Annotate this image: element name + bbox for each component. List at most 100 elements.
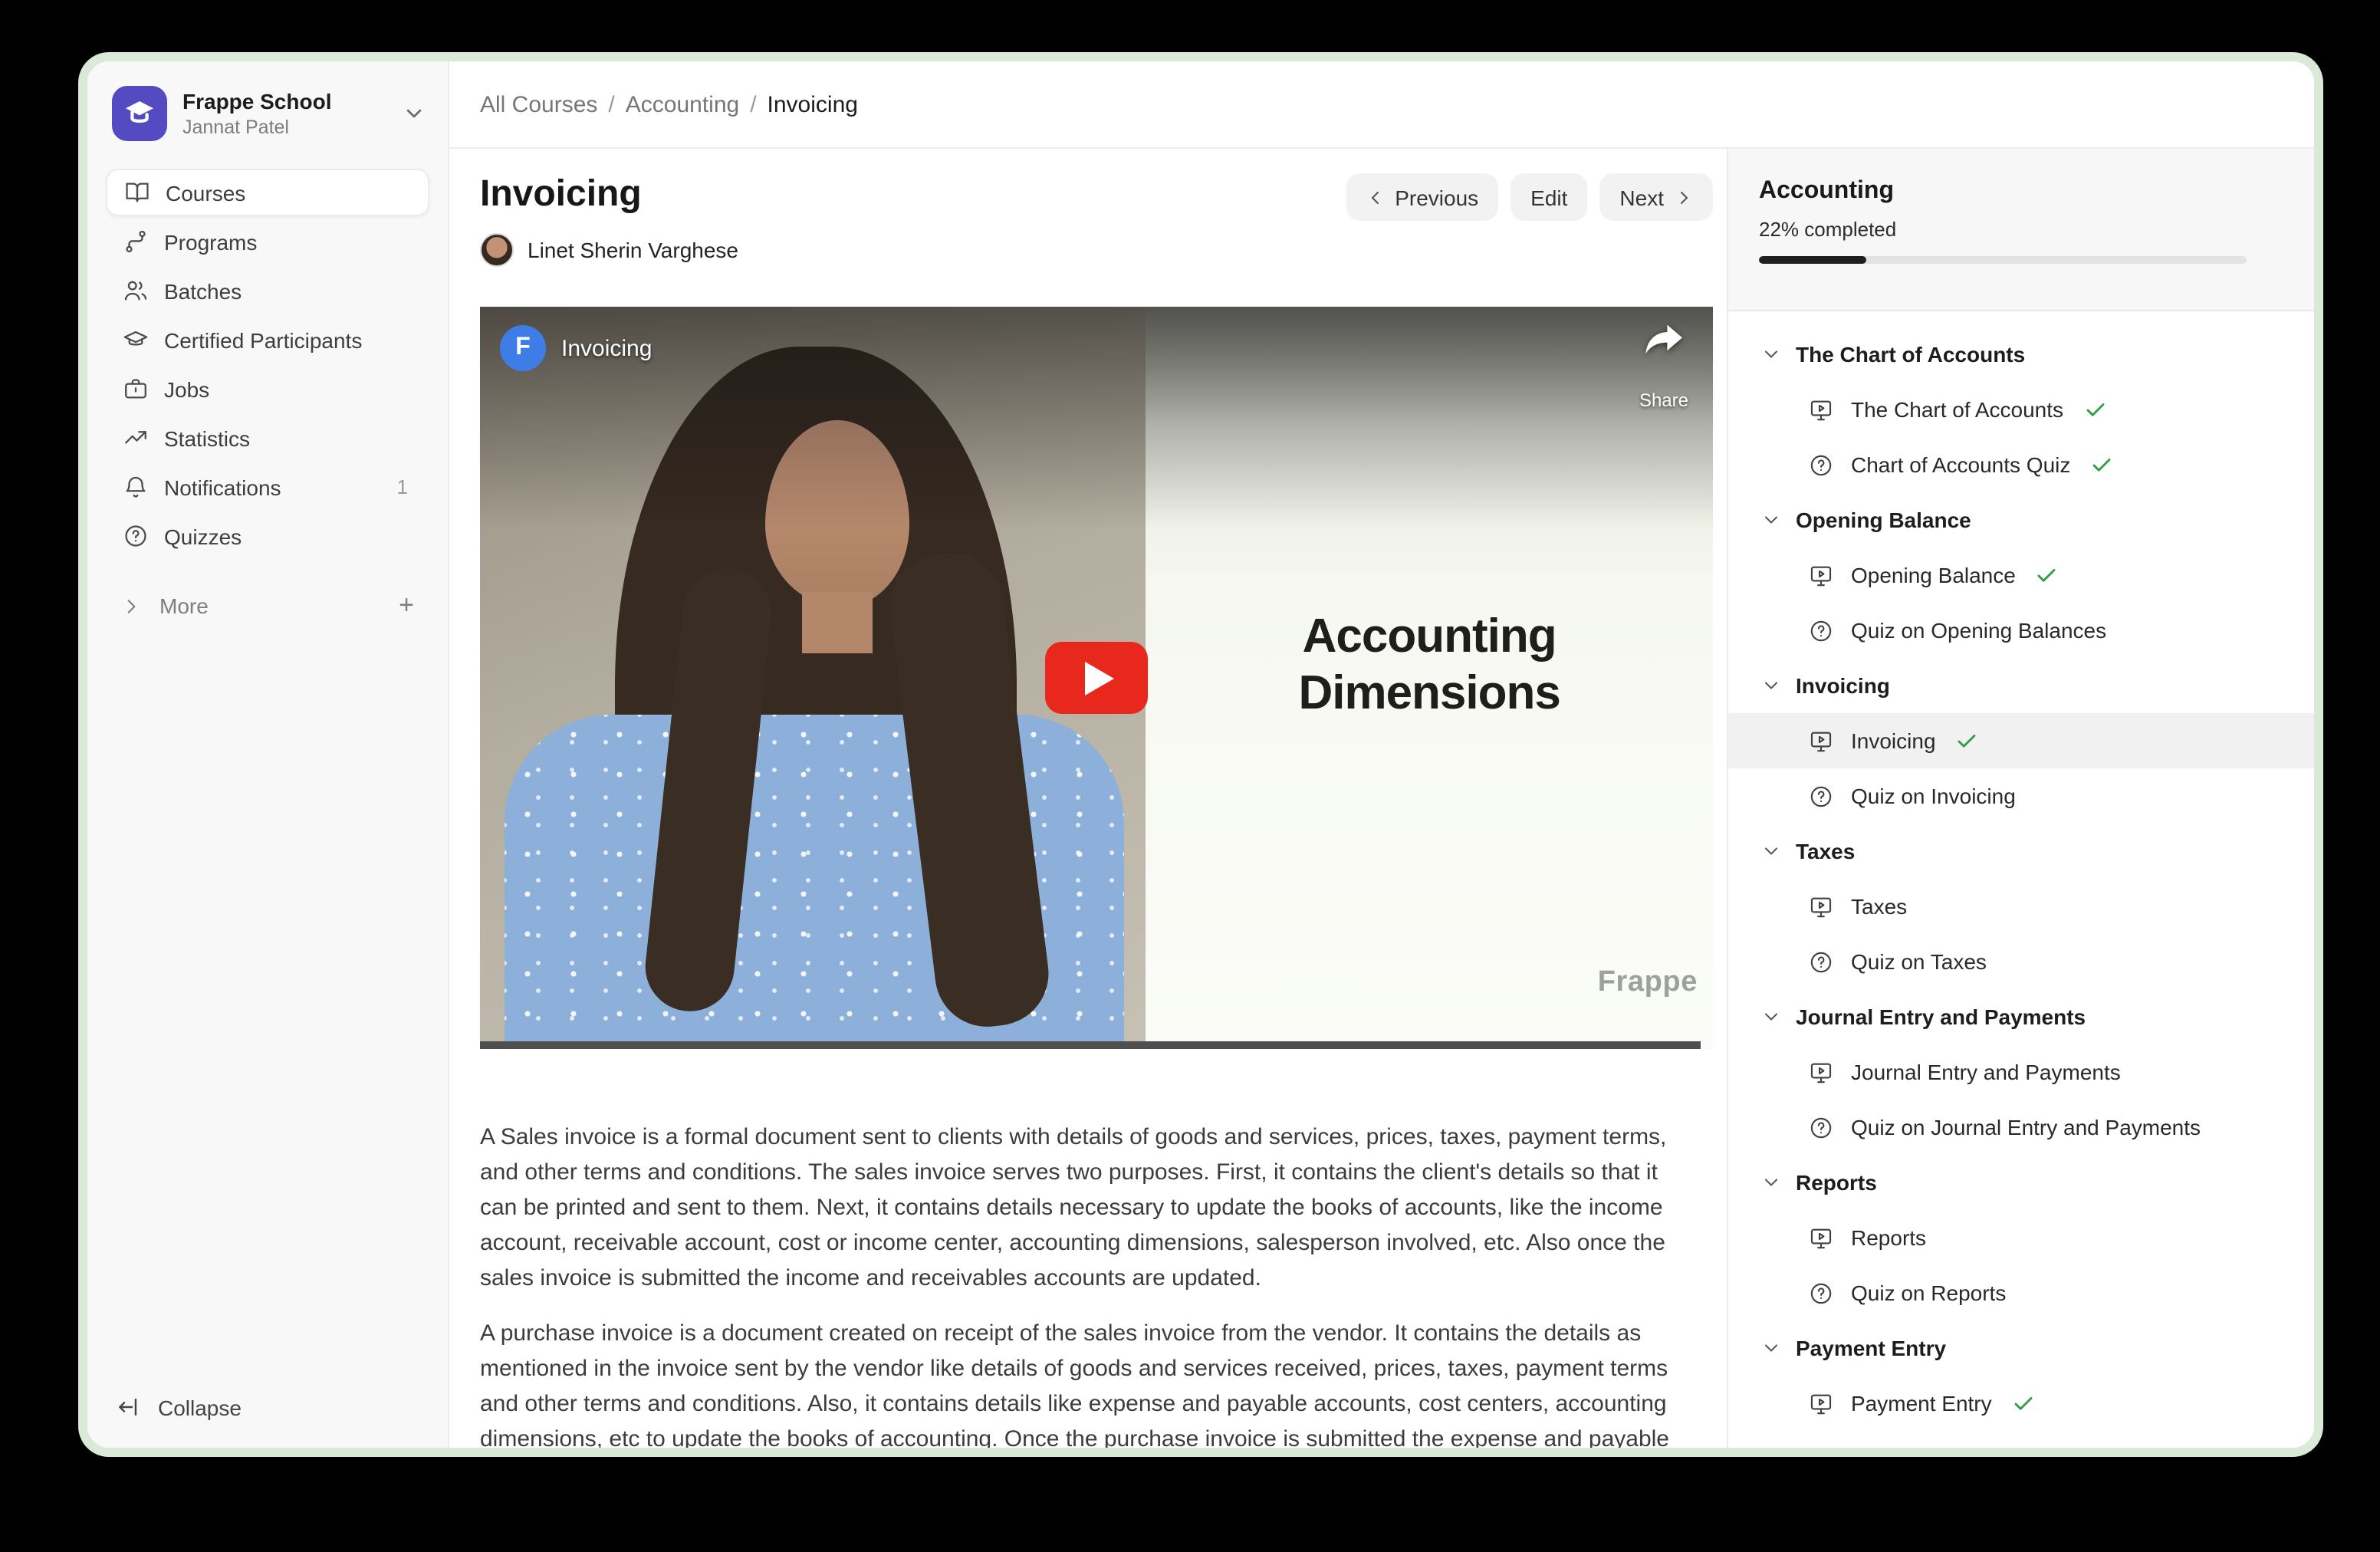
- video-overlay-title: Invoicing: [561, 335, 652, 361]
- author-name: Linet Sherin Varghese: [528, 238, 738, 262]
- chapter-title: Journal Entry and Payments: [1796, 1005, 2086, 1029]
- sidebar-item-notifications[interactable]: Notifications 1: [106, 463, 429, 511]
- breadcrumb-separator: /: [608, 91, 614, 117]
- chapter-taxes[interactable]: Taxes: [1728, 824, 2314, 879]
- next-button[interactable]: Next: [1599, 173, 1713, 221]
- sidebar-menu: Courses Programs Batches Certified Parti…: [87, 169, 448, 629]
- plus-icon[interactable]: +: [399, 590, 414, 621]
- chapter-title: Opening Balance: [1796, 508, 1971, 532]
- breadcrumb-separator: /: [750, 91, 756, 117]
- lesson-video-icon: [1808, 1225, 1834, 1251]
- play-triangle-icon: [1085, 661, 1114, 695]
- outline-quiz[interactable]: Quiz on Reports: [1728, 1265, 2314, 1320]
- chapter-title: Reports: [1796, 1170, 1877, 1195]
- sidebar-item-label: Quizzes: [164, 524, 414, 548]
- chapter-payment-entry[interactable]: Payment Entry: [1728, 1320, 2314, 1376]
- outline-lesson-label: Invoicing: [1851, 728, 1936, 753]
- outline-quiz[interactable]: Chart of Accounts Quiz: [1728, 437, 2314, 492]
- chapter-invoicing[interactable]: Invoicing: [1728, 658, 2314, 713]
- lesson-paragraph: A Sales invoice is a formal document sen…: [480, 1120, 1679, 1296]
- play-button[interactable]: [1045, 642, 1148, 714]
- outline-lesson-label: The Chart of Accounts: [1851, 397, 2063, 422]
- outline-lesson[interactable]: Taxes: [1728, 879, 2314, 934]
- sidebar-item-courses[interactable]: Courses: [106, 169, 429, 216]
- lesson-paragraph: A purchase invoice is a document created…: [480, 1316, 1679, 1448]
- sidebar: Frappe School Jannat Patel Courses Progr…: [87, 61, 449, 1448]
- outline-lesson-label: Payment Entry: [1851, 1391, 1992, 1416]
- check-icon: [2090, 453, 2113, 476]
- chevron-down-icon: [1762, 842, 1780, 860]
- sidebar-item-label: Jobs: [164, 376, 414, 401]
- outline-quiz-label: Quiz on Opening Balances: [1851, 618, 2106, 643]
- sidebar-item-programs[interactable]: Programs: [106, 218, 429, 265]
- sidebar-item-label: Courses: [166, 180, 413, 205]
- outline-lesson[interactable]: The Chart of Accounts: [1728, 382, 2314, 437]
- sidebar-more[interactable]: More +: [106, 583, 429, 629]
- breadcrumb-accounting[interactable]: Accounting: [626, 91, 739, 117]
- collapse-icon: [115, 1394, 141, 1420]
- chevron-down-icon: [402, 101, 426, 126]
- program-path-icon: [121, 229, 149, 255]
- lesson-video-icon: [1808, 562, 1834, 588]
- channel-avatar: F: [500, 325, 546, 371]
- outline-quiz[interactable]: Quiz on Invoicing: [1728, 768, 2314, 824]
- lesson-video-icon: [1808, 1059, 1834, 1085]
- sidebar-item-statistics[interactable]: Statistics: [106, 414, 429, 462]
- chapter-journal-entry-and-payments[interactable]: Journal Entry and Payments: [1728, 989, 2314, 1044]
- outline-quiz[interactable]: Quiz on Opening Balances: [1728, 603, 2314, 658]
- sidebar-item-label: Batches: [164, 278, 414, 303]
- outline-lesson-current[interactable]: Invoicing: [1728, 713, 2314, 768]
- school-name: Frappe School: [182, 88, 386, 114]
- sidebar-item-label: Programs: [164, 229, 414, 254]
- video-channel-chip[interactable]: F Invoicing: [500, 325, 652, 371]
- chapter-the-chart-of-accounts[interactable]: The Chart of Accounts: [1728, 327, 2314, 382]
- outline-lesson[interactable]: Payment Entry: [1728, 1376, 2314, 1431]
- outline-lesson-label: Reports: [1851, 1225, 1926, 1250]
- edit-button[interactable]: Edit: [1511, 173, 1587, 221]
- outline-lesson[interactable]: Journal Entry and Payments: [1728, 1044, 2314, 1100]
- chapter-opening-balance[interactable]: Opening Balance: [1728, 492, 2314, 547]
- share-label: Share: [1639, 390, 1688, 411]
- chapter-title: The Chart of Accounts: [1796, 342, 2025, 367]
- lesson-video-icon: [1808, 396, 1834, 423]
- sidebar-item-label: Certified Participants: [164, 327, 414, 352]
- chapter-reports[interactable]: Reports: [1728, 1155, 2314, 1210]
- author-avatar: [480, 233, 514, 267]
- briefcase-icon: [121, 376, 149, 402]
- collapse-label: Collapse: [158, 1395, 242, 1419]
- sidebar-item-quizzes[interactable]: Quizzes: [106, 512, 429, 560]
- outline-quiz[interactable]: Quiz on Journal Entry and Payments: [1728, 1100, 2314, 1155]
- quiz-question-icon: [1808, 1114, 1834, 1140]
- chapter-title: Taxes: [1796, 839, 1855, 863]
- sidebar-item-certified-participants[interactable]: Certified Participants: [106, 316, 429, 363]
- chevron-down-icon: [1762, 345, 1780, 363]
- outline-lesson[interactable]: Reports: [1728, 1210, 2314, 1265]
- chevron-right-icon: [121, 596, 141, 616]
- outline-quiz[interactable]: Quiz on Taxes: [1728, 934, 2314, 989]
- breadcrumb-all-courses[interactable]: All Courses: [480, 91, 597, 117]
- lesson-nav-actions: Previous Edit Next: [1346, 173, 1713, 221]
- previous-button[interactable]: Previous: [1346, 173, 1498, 221]
- chapter-title: Invoicing: [1796, 673, 1890, 698]
- chevron-left-icon: [1366, 188, 1384, 206]
- quiz-question-icon: [1808, 617, 1834, 643]
- sidebar-item-batches[interactable]: Batches: [106, 267, 429, 314]
- screen: Frappe School Jannat Patel Courses Progr…: [0, 0, 2380, 1552]
- outline-quiz-label: Chart of Accounts Quiz: [1851, 452, 2070, 477]
- school-switcher[interactable]: Frappe School Jannat Patel: [87, 86, 448, 141]
- video-player[interactable]: Accounting Dimensions Frappe F Invoicing: [480, 307, 1713, 1049]
- video-progress-bar[interactable]: [480, 1041, 1701, 1049]
- help-circle-icon: [121, 523, 149, 549]
- chevron-down-icon: [1762, 1339, 1780, 1357]
- course-outline-panel: Accounting 22% completed The Chart of Ac…: [1727, 149, 2314, 1448]
- outline-quiz-label: Quiz on Reports: [1851, 1281, 2006, 1305]
- sidebar-item-jobs[interactable]: Jobs: [106, 365, 429, 413]
- top-bar: All Courses / Accounting / Invoicing: [449, 61, 2314, 149]
- user-name: Jannat Patel: [182, 116, 386, 139]
- author-row: Linet Sherin Varghese: [480, 232, 1727, 268]
- outline-lesson-label: Journal Entry and Payments: [1851, 1060, 2121, 1084]
- quiz-question-icon: [1808, 452, 1834, 478]
- collapse-sidebar-button[interactable]: Collapse: [115, 1394, 242, 1420]
- share-button[interactable]: Share: [1639, 324, 1688, 411]
- outline-lesson[interactable]: Opening Balance: [1728, 547, 2314, 603]
